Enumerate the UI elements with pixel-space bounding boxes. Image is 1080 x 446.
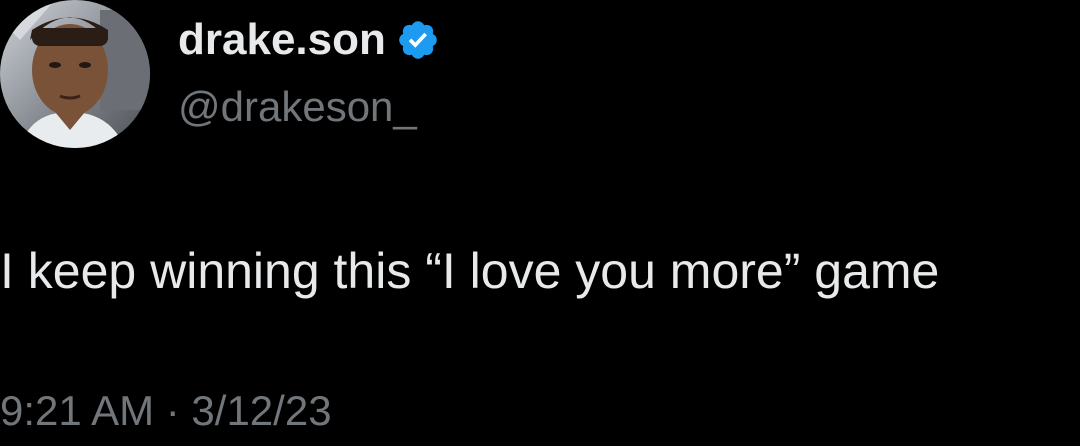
tweet-text: I keep winning this “I love you more” ga… (0, 243, 940, 299)
tweet-card: drake.son @drakeson_ I keep winning this… (0, 0, 1080, 446)
display-name[interactable]: drake.son (178, 14, 386, 66)
author-handle[interactable]: @drakeson_ (178, 82, 417, 132)
avatar-photo (0, 0, 150, 148)
verified-badge-icon[interactable] (396, 18, 440, 62)
author-name-row: drake.son (178, 14, 440, 66)
timestamp[interactable]: 9:21 AM · 3/12/23 (0, 386, 332, 436)
avatar[interactable] (0, 0, 150, 148)
